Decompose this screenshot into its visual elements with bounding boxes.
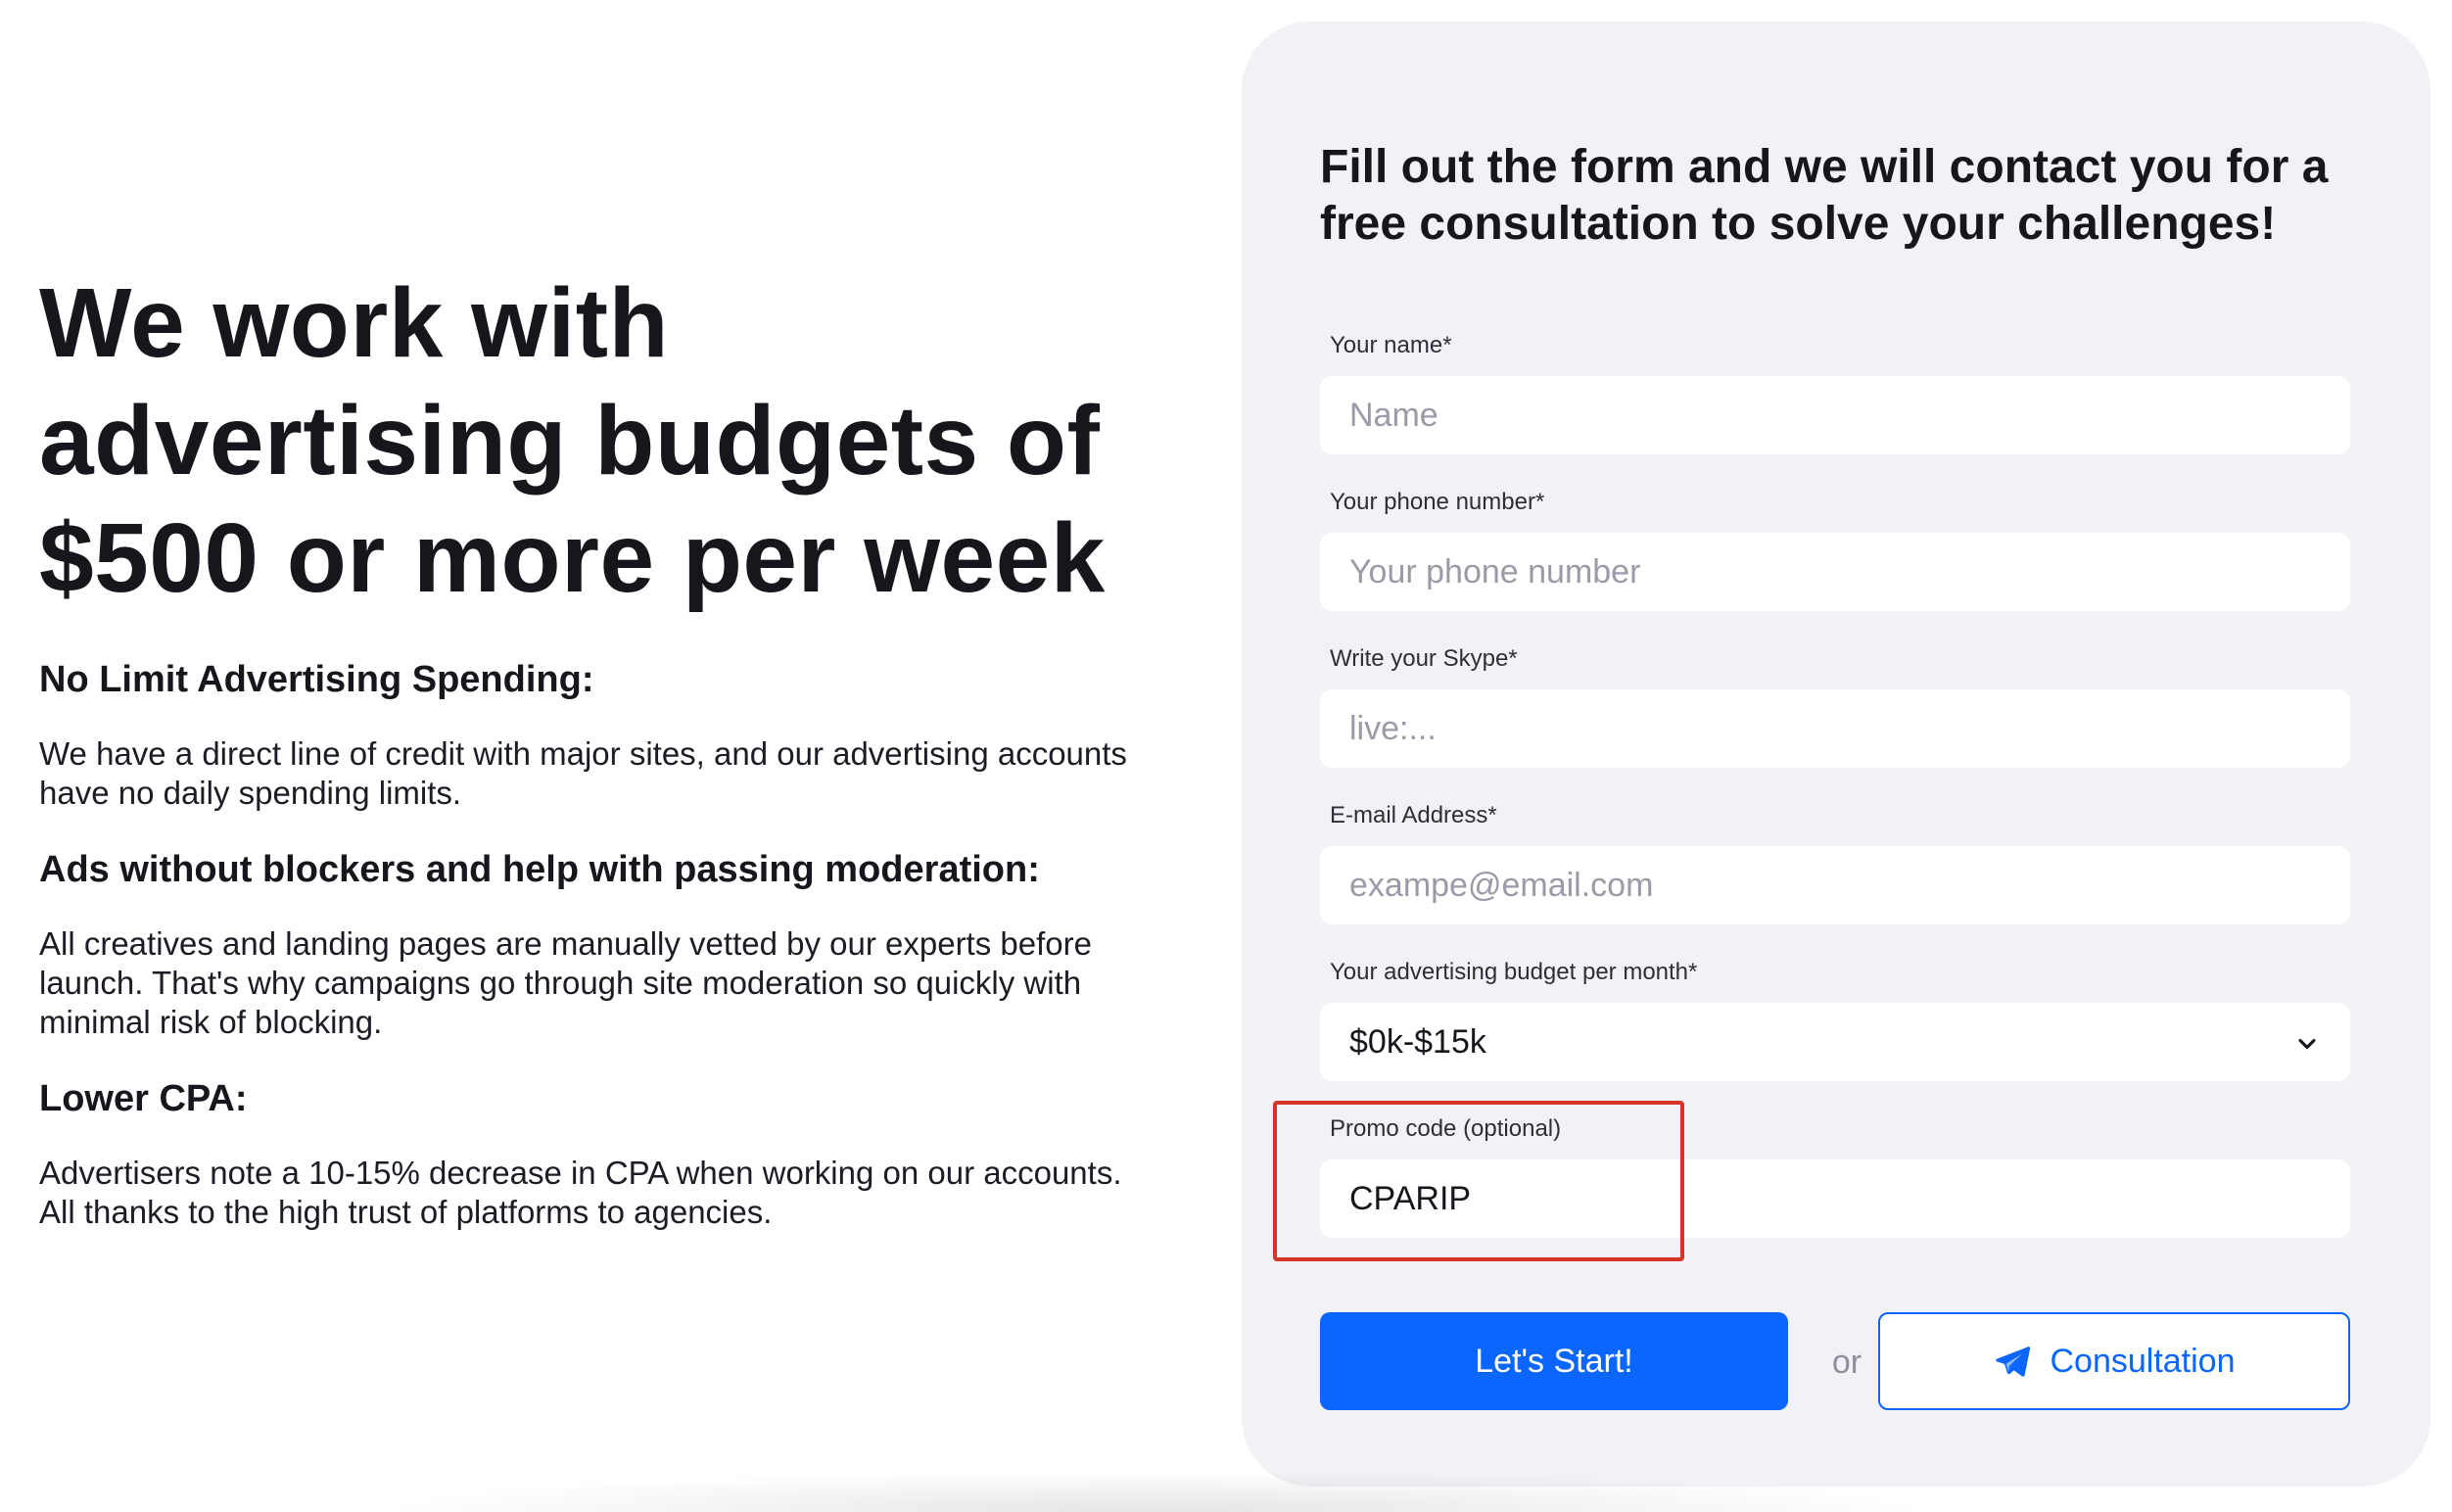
budget-label: Your advertising budget per month* [1330,959,1698,985]
name-field: Your name* [1320,331,2350,454]
name-label: Your name* [1330,332,1452,358]
lets-start-button[interactable]: Let's Start! [1320,1312,1788,1410]
name-input[interactable] [1320,376,2350,454]
headline: We work with advertising budgets of $500… [39,268,1106,613]
feature-text-lower-cpa: Advertisers note a 10-15% decrease in CP… [39,1155,1122,1230]
telegram-icon [1993,1342,2032,1381]
phone-input[interactable] [1320,533,2350,611]
budget-field: Your advertising budget per month* $0k-$… [1320,958,2350,1081]
feature-title-lower-cpa: Lower CPA: [39,1078,248,1119]
or-separator: or [1831,1344,1863,1381]
skype-label: Write your Skype* [1330,645,1518,672]
email-input[interactable] [1320,846,2350,924]
promo-label: Promo code (optional) [1330,1115,1562,1142]
feature-text-moderation: All creatives and landing pages are manu… [39,925,1092,1040]
feature-title-no-limit: No Limit Advertising Spending: [39,659,594,700]
phone-label: Your phone number* [1330,489,1545,515]
feature-title-moderation: Ads without blockers and help with passi… [39,849,1040,890]
consultation-form-panel: Fill out the form and we will contact yo… [1242,22,2430,1487]
budget-selected-value: $0k-$15k [1349,1022,1486,1061]
chevron-down-icon [2293,1028,2321,1056]
budget-select[interactable]: $0k-$15k [1320,1003,2350,1081]
email-field: E-mail Address* [1320,801,2350,924]
bottom-shadow [372,1469,1939,1512]
email-label: E-mail Address* [1330,802,1497,828]
promo-input[interactable] [1320,1159,2350,1238]
form-title: Fill out the form and we will contact yo… [1320,141,2329,250]
phone-field: Your phone number* [1320,488,2350,611]
skype-field: Write your Skype* [1320,644,2350,768]
consultation-button-label: Consultation [2050,1342,2236,1380]
consultation-button[interactable]: Consultation [1878,1312,2350,1410]
skype-input[interactable] [1320,689,2350,768]
intro-section: We work with advertising budgets of $500… [39,264,1136,1267]
feature-text-no-limit: We have a direct line of credit with maj… [39,735,1127,811]
promo-field: Promo code (optional) [1320,1114,2350,1238]
